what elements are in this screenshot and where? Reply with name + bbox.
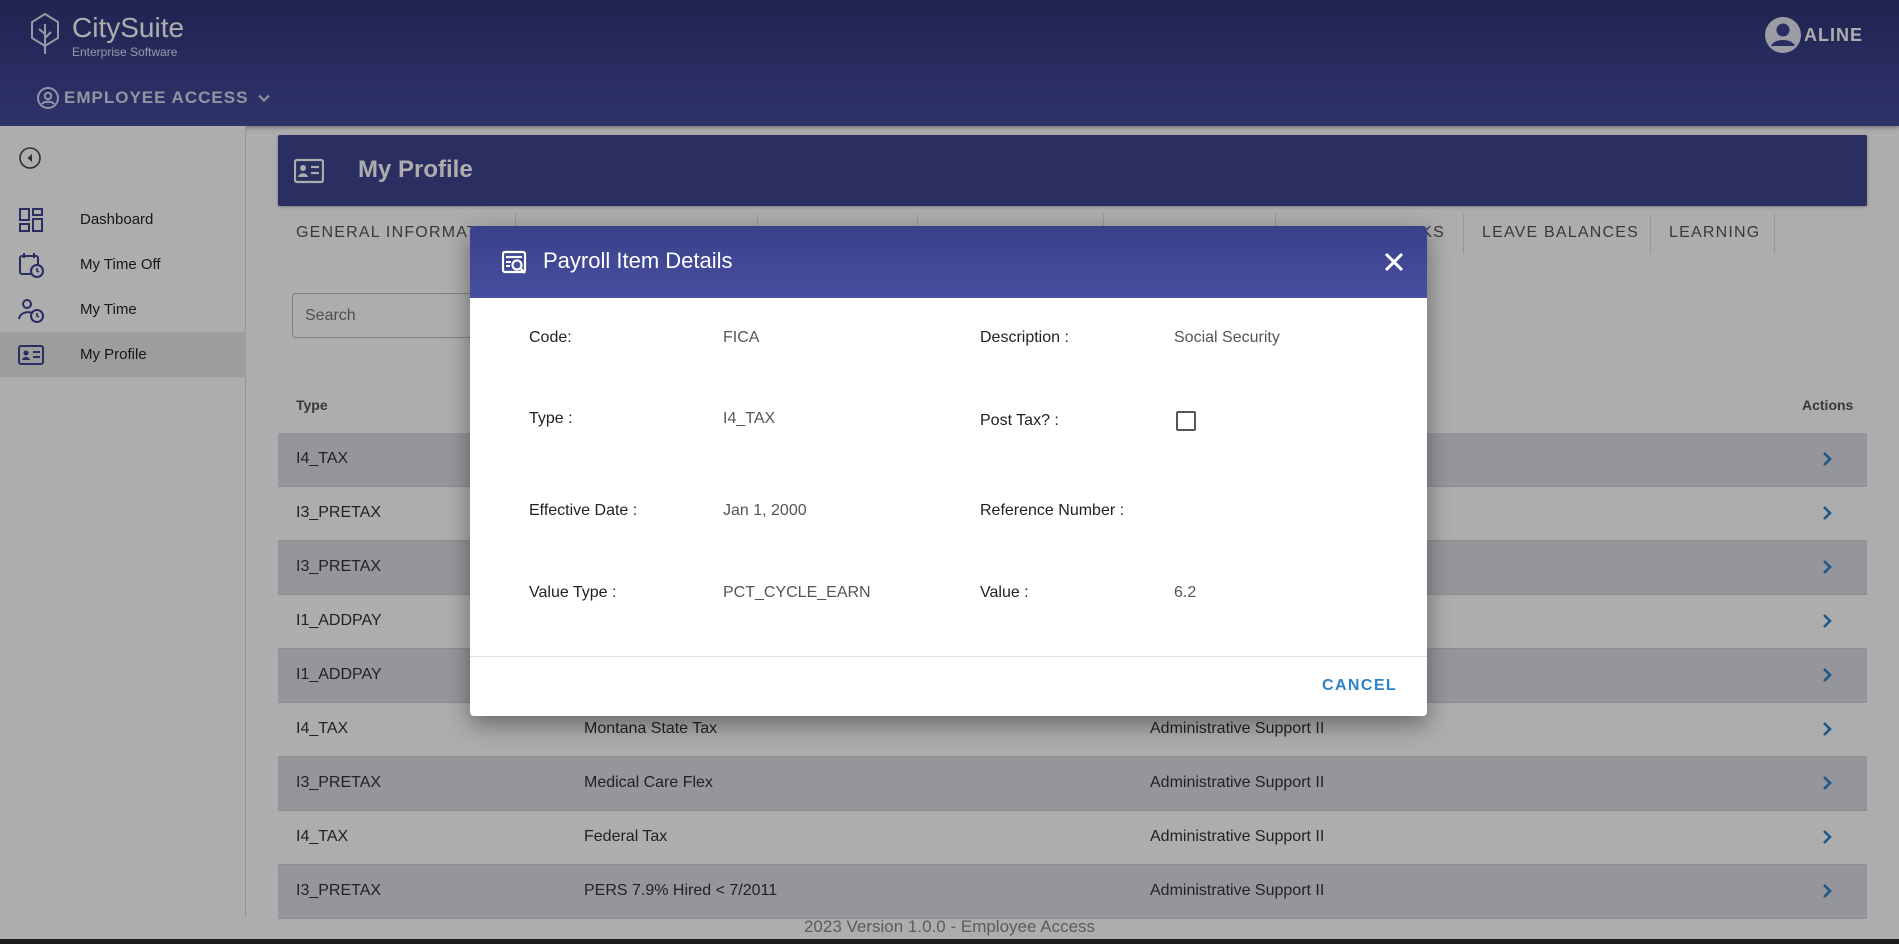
close-icon[interactable] [1382, 250, 1406, 274]
dialog-divider [470, 656, 1427, 657]
effective-date-value: Jan 1, 2000 [723, 502, 807, 519]
value-label: Value : [980, 584, 1029, 601]
effective-date-label: Effective Date : [529, 502, 638, 519]
dialog-header: Payroll Item Details [470, 226, 1427, 298]
value-value: 6.2 [1174, 584, 1197, 601]
type-value: I4_TAX [723, 410, 776, 427]
post-tax-label: Post Tax? : [980, 412, 1059, 429]
document-search-icon [502, 250, 527, 274]
code-label: Code: [529, 329, 572, 346]
type-label: Type : [529, 410, 573, 427]
reference-number-label: Reference Number : [980, 502, 1125, 519]
description-label: Description : [980, 329, 1069, 346]
cancel-button[interactable]: CANCEL [1322, 677, 1397, 695]
code-value: FICA [723, 329, 760, 346]
value-type-label: Value Type : [529, 584, 617, 601]
dialog-title: Payroll Item Details [543, 248, 733, 273]
payroll-item-details-dialog: Payroll Item Details Code: FICA Descript… [470, 226, 1427, 716]
post-tax-checkbox[interactable] [1176, 411, 1196, 431]
description-value: Social Security [1174, 329, 1280, 346]
value-type-value: PCT_CYCLE_EARN [723, 584, 871, 601]
